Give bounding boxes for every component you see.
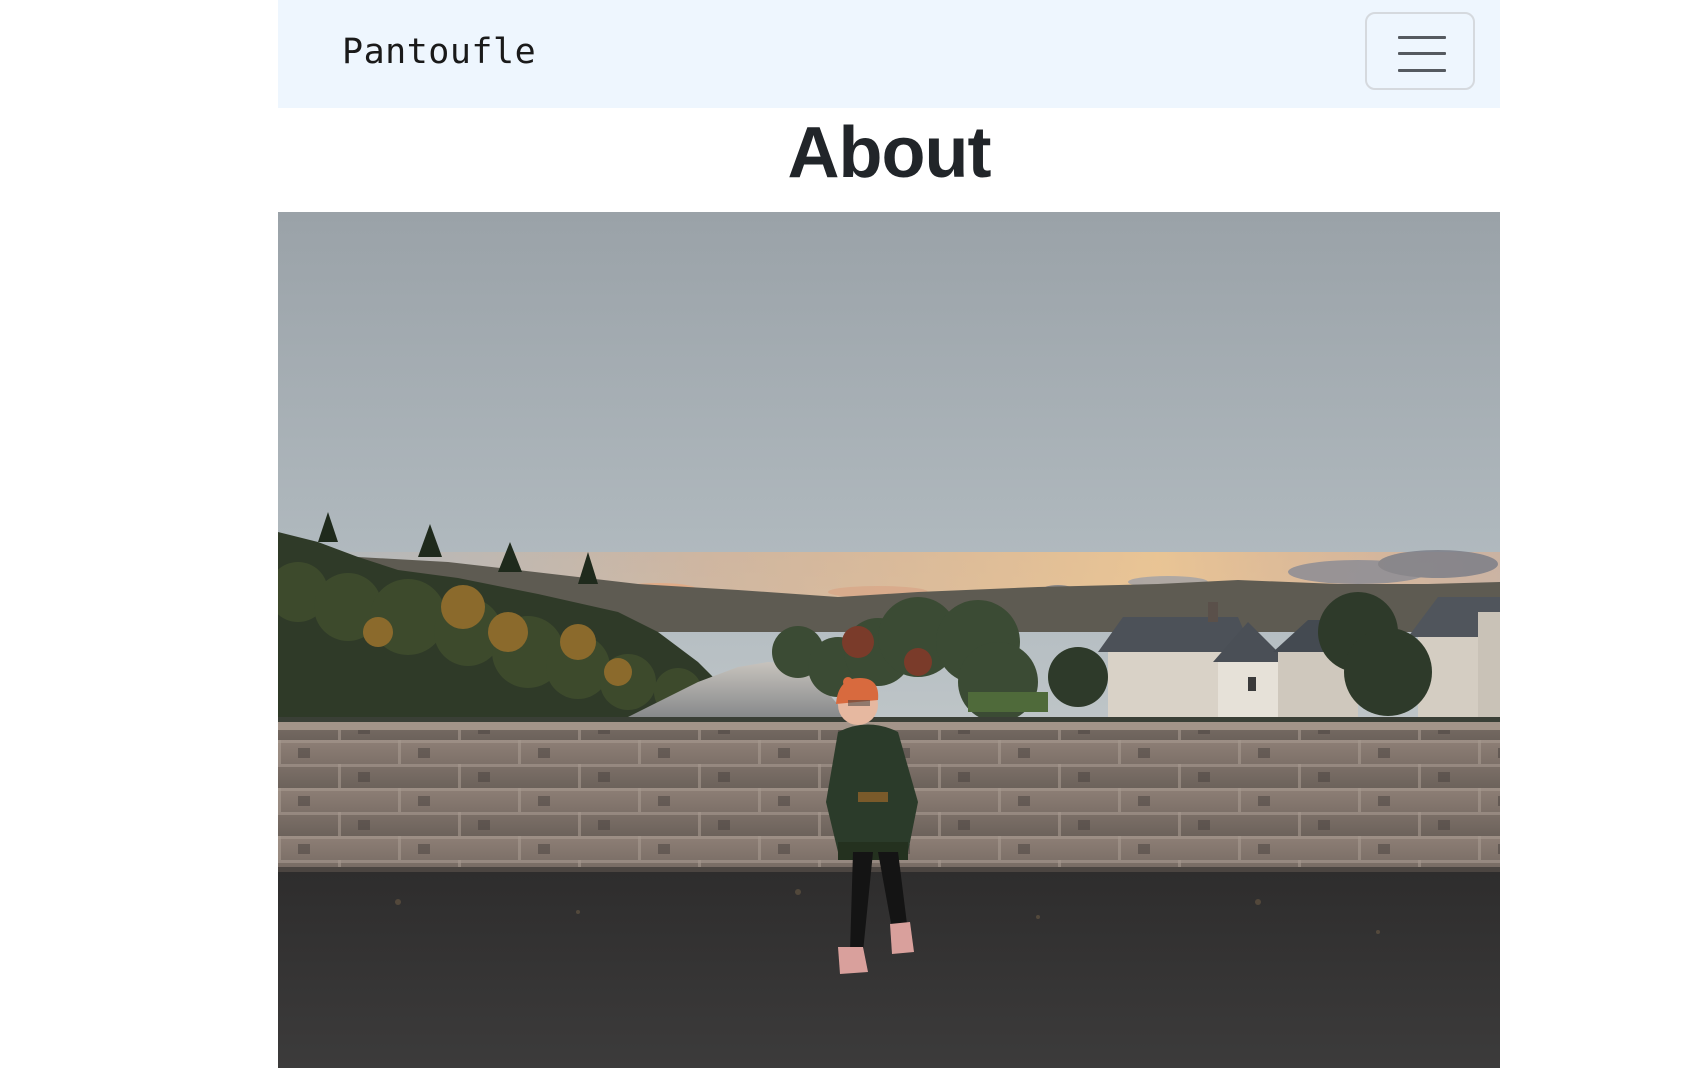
navbar-toggler-button[interactable] bbox=[1365, 12, 1475, 90]
navbar: Pantoufle bbox=[278, 0, 1500, 108]
hero-image bbox=[278, 212, 1500, 1068]
page-title: About bbox=[787, 113, 992, 193]
hamburger-menu-icon bbox=[1398, 36, 1446, 72]
page-container: Pantoufle About bbox=[278, 0, 1500, 1068]
brand-link[interactable]: Pantoufle bbox=[342, 30, 536, 74]
